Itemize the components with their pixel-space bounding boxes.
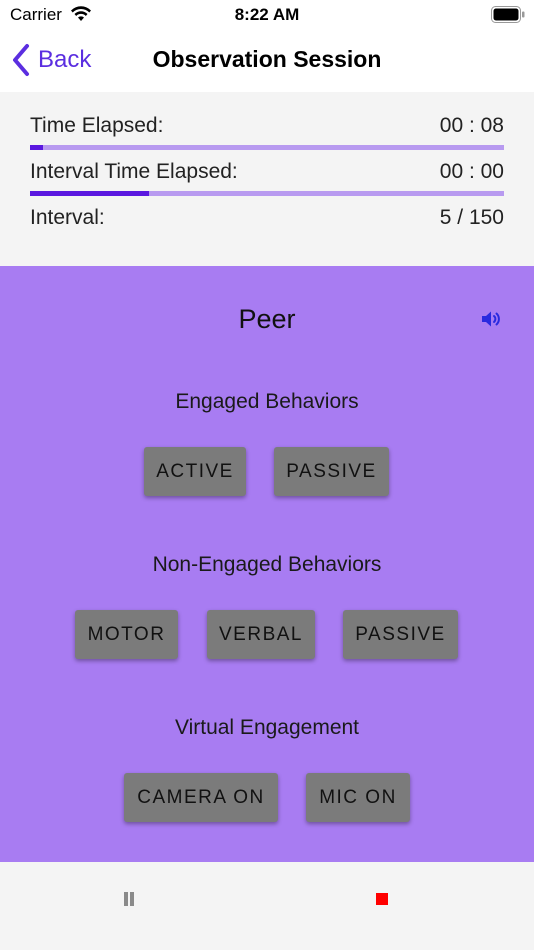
interval-time-value: 00 : 00	[439, 160, 504, 183]
time-elapsed-progress-fill	[30, 145, 43, 150]
interval-time-progress	[30, 191, 504, 196]
subject-title: Peer	[238, 304, 296, 334]
page-title: Observation Session	[152, 46, 382, 72]
passive-non-engaged-button[interactable]: PASSIVE	[343, 610, 458, 659]
engaged-behaviors-label: Engaged Behaviors	[175, 390, 359, 413]
observation-panel: Peer Engaged Behaviors ACTIVE PASSIVE No…	[0, 266, 534, 862]
time-elapsed-value: 00 : 08	[439, 114, 504, 137]
timer-panel: Time Elapsed: 00 : 08 Interval Time Elap…	[0, 92, 534, 266]
interval-value: 5 / 150	[439, 206, 504, 229]
time-elapsed-label: Time Elapsed:	[30, 114, 164, 137]
passive-engaged-button[interactable]: PASSIVE	[274, 447, 389, 496]
navigation-bar: Back Observation Session	[0, 30, 534, 92]
pause-bar-left	[124, 892, 128, 906]
interval-time-label: Interval Time Elapsed:	[30, 160, 238, 183]
status-bar: Carrier 8:22 AM	[0, 0, 534, 30]
verbal-button[interactable]: VERBAL	[207, 610, 315, 659]
bottom-toolbar	[0, 862, 534, 950]
pause-bar-right	[130, 892, 134, 906]
interval-time-progress-fill	[30, 191, 149, 196]
battery-full-icon	[491, 6, 525, 23]
time-elapsed-progress	[30, 145, 504, 150]
speaker-icon[interactable]	[480, 308, 502, 330]
status-time: 8:22 AM	[234, 5, 300, 24]
pause-icon[interactable]	[122, 892, 136, 906]
motor-button[interactable]: MOTOR	[75, 610, 178, 659]
mic-on-button[interactable]: MIC ON	[306, 773, 410, 822]
stop-icon[interactable]	[376, 893, 388, 905]
virtual-engagement-label: Virtual Engagement	[174, 716, 360, 739]
camera-on-button[interactable]: CAMERA ON	[124, 773, 278, 822]
interval-label: Interval:	[30, 206, 105, 229]
active-engaged-button[interactable]: ACTIVE	[144, 447, 246, 496]
non-engaged-behaviors-label: Non-Engaged Behaviors	[152, 553, 382, 576]
